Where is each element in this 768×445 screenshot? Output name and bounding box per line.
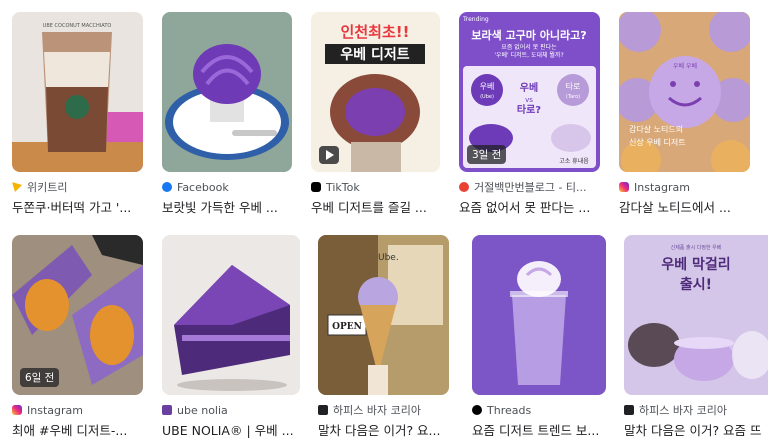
- ube-makgeolli-image: 신제품 출시 다정한 우베 우베 막걸리 출시!: [624, 235, 768, 395]
- image-result-card[interactable]: 인천최초!! 우베 디저트 TikTok 우베 디저트를 즐길 ...: [311, 12, 440, 216]
- ube-nolia-icon: [162, 405, 172, 415]
- result-source: Facebook: [162, 180, 292, 194]
- blog-icon: [459, 182, 469, 192]
- svg-text:Trending: Trending: [462, 16, 489, 23]
- svg-text:보라색 고구마 아니라고?: 보라색 고구마 아니라고?: [471, 28, 586, 42]
- image-result-card[interactable]: Threads 요즘 디저트 트렌드 보...: [472, 235, 606, 439]
- result-title[interactable]: 두쫀쿠·버터떡 가고 '...: [12, 197, 143, 216]
- result-source: Instagram: [619, 180, 750, 194]
- image-result-card[interactable]: Ube. OPEN 하피스 바자 코리아 말차 다음은 이거? 요...: [318, 235, 449, 439]
- result-thumbnail[interactable]: UBE COCONUT MACCHIATO: [12, 12, 143, 172]
- result-source: 위키트리: [12, 180, 143, 194]
- instagram-icon: [12, 405, 22, 415]
- result-title[interactable]: 말차 다음은 이거? 요...: [318, 420, 449, 439]
- result-thumbnail[interactable]: 신제품 출시 다정한 우베 우베 막걸리 출시!: [624, 235, 768, 395]
- result-source: TikTok: [311, 180, 440, 194]
- result-source: Instagram: [12, 403, 143, 417]
- svg-text:출시!: 출시!: [680, 276, 712, 293]
- image-result-card[interactable]: 우베 우베 감다살 노티드의 신상 우베 디저트 Instagram 감다살 노…: [619, 12, 750, 216]
- iced-ube-coffee-image: UBE COCONUT MACCHIATO: [12, 12, 143, 172]
- svg-text:타로: 타로: [566, 82, 581, 91]
- result-thumbnail[interactable]: [472, 235, 606, 395]
- svg-text:우베: 우베: [520, 81, 538, 94]
- svg-text:Ube.: Ube.: [378, 253, 399, 263]
- result-title[interactable]: UBE NOLIA® | 우베 ...: [162, 420, 300, 439]
- svg-text:우베 우베: 우베 우베: [673, 62, 697, 70]
- svg-text:OPEN: OPEN: [332, 322, 362, 332]
- image-results-grid: UBE COCONUT MACCHIATO 위키트리 두쫀쿠·버터떡 가고 '.…: [0, 0, 768, 445]
- result-title[interactable]: 요즘 없어서 못 판다는 ...: [459, 197, 600, 216]
- svg-text:고소 휴내음: 고소 휴내음: [559, 157, 589, 165]
- svg-text:'우베' 디저트, 도대체 뭘까?: '우베' 디저트, 도대체 뭘까?: [494, 51, 563, 59]
- result-thumbnail[interactable]: 6일 전: [12, 235, 143, 395]
- svg-text:(Taro): (Taro): [566, 94, 580, 100]
- ube-mont-blanc-image: [162, 12, 292, 172]
- cup-label: UBE COCONUT MACCHIATO: [43, 23, 112, 29]
- svg-text:요즘 없어서 못 판다는: 요즘 없어서 못 판다는: [501, 43, 557, 51]
- result-title[interactable]: 말차 다음은 이거? 요즘 뜨: [624, 420, 768, 439]
- svg-text:감다살 노티드의: 감다살 노티드의: [629, 124, 683, 134]
- date-badge: 6일 전: [20, 368, 60, 387]
- result-thumbnail[interactable]: 우베 우베 감다살 노티드의 신상 우베 디저트: [619, 12, 750, 172]
- image-result-card[interactable]: 6일 전 Instagram 최애 #우베 디저트-...: [12, 235, 143, 439]
- image-result-card[interactable]: Facebook 보랏빛 가득한 우베 ...: [162, 12, 292, 216]
- svg-text:신제품 출시 다정한 우베: 신제품 출시 다정한 우베: [671, 244, 722, 251]
- result-source: 하피스 바자 코리아: [318, 403, 449, 417]
- tiktok-subheadline: 우베 디저트: [340, 47, 409, 63]
- result-thumbnail[interactable]: 인천최초!! 우베 디저트: [311, 12, 440, 172]
- svg-text:vs: vs: [525, 96, 533, 104]
- harpers-bazaar-icon: [624, 405, 634, 415]
- image-result-card[interactable]: ube nolia UBE NOLIA® | 우베 ...: [162, 235, 300, 439]
- svg-text:(Ube): (Ube): [480, 94, 494, 100]
- date-badge: 3일 전: [467, 145, 507, 164]
- ube-shake-image: [472, 235, 606, 395]
- result-thumbnail[interactable]: Ube. OPEN: [318, 235, 449, 395]
- ube-ice-cream-cone-image: Ube. OPEN: [318, 235, 449, 395]
- image-result-card[interactable]: Trending 보라색 고구마 아니라고? 요즘 없어서 못 판다는 '우베'…: [459, 12, 600, 216]
- svg-text:우베 막걸리: 우베 막걸리: [661, 256, 730, 273]
- wikitree-icon: [12, 182, 22, 192]
- svg-text:우베: 우베: [480, 82, 495, 91]
- result-thumbnail[interactable]: Trending 보라색 고구마 아니라고? 요즘 없어서 못 판다는 '우베'…: [459, 12, 600, 172]
- harpers-bazaar-icon: [318, 405, 328, 415]
- threads-icon: [472, 405, 482, 415]
- image-result-card[interactable]: 신제품 출시 다정한 우베 우베 막걸리 출시! 하피스 바자 코리아 말차 다…: [624, 235, 768, 439]
- facebook-icon: [162, 182, 172, 192]
- result-title[interactable]: 우베 디저트를 즐길 ...: [311, 197, 440, 216]
- result-source: ube nolia: [162, 403, 300, 417]
- result-title[interactable]: 요즘 디저트 트렌드 보...: [472, 420, 606, 439]
- svg-text:타로?: 타로?: [517, 103, 541, 116]
- image-result-card[interactable]: UBE COCONUT MACCHIATO 위키트리 두쫀쿠·버터떡 가고 '.…: [12, 12, 143, 216]
- tiktok-headline: 인천최초!!: [341, 23, 410, 41]
- result-title[interactable]: 보랏빛 가득한 우베 ...: [162, 197, 292, 216]
- ube-donuts-image: 우베 우베 감다살 노티드의 신상 우베 디저트: [619, 12, 750, 172]
- result-source: 거절백만번블로그 - 티...: [459, 180, 600, 194]
- tiktok-icon: [311, 182, 321, 192]
- result-source: Threads: [472, 403, 606, 417]
- result-thumbnail[interactable]: [162, 235, 300, 395]
- result-thumbnail[interactable]: [162, 12, 292, 172]
- video-play-icon: [319, 146, 339, 164]
- result-source: 하피스 바자 코리아: [624, 403, 768, 417]
- result-title[interactable]: 최애 #우베 디저트-...: [12, 420, 143, 439]
- ube-cake-image: [162, 235, 300, 395]
- instagram-icon: [619, 182, 629, 192]
- svg-text:신상 우베 디저트: 신상 우베 디저트: [629, 137, 686, 147]
- result-title[interactable]: 감다살 노티드에서 ...: [619, 197, 750, 216]
